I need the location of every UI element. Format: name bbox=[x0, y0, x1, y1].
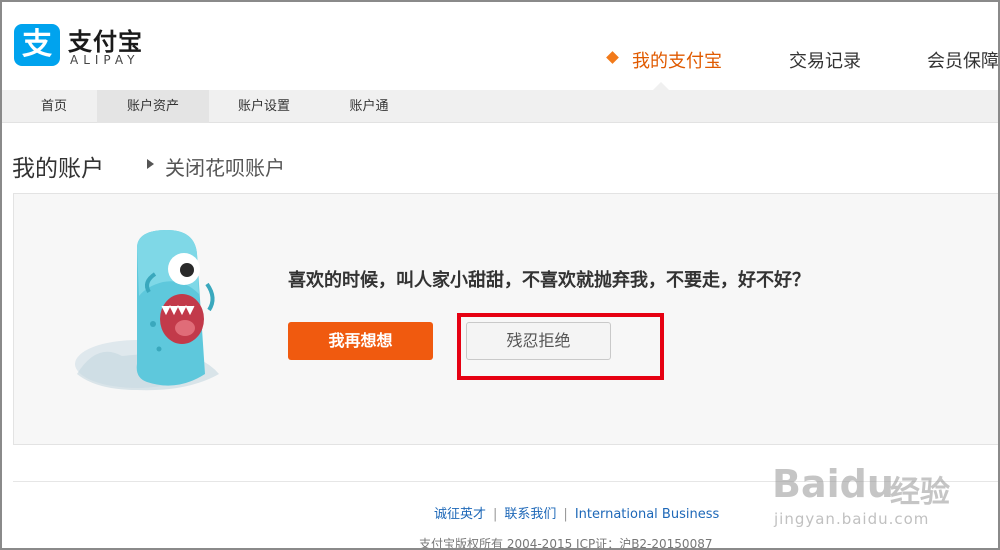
active-nav-caret-icon bbox=[653, 82, 669, 90]
sub-navigation: 首页 账户资产 账户设置 账户通 bbox=[2, 90, 998, 123]
blue-monster-mascot-icon bbox=[75, 230, 219, 391]
footer-separator: | bbox=[493, 507, 498, 522]
browser-frame: 支 支付宝 ALIPAY 我的支付宝 交易记录 会员保障 首页 账户资产 账户设… bbox=[0, 0, 1000, 550]
breadcrumb-arrow-icon bbox=[147, 159, 154, 169]
watermark-url: jingyan.baidu.com bbox=[774, 510, 930, 528]
footer-links: 诚征英才 | 联系我们 | International Business bbox=[434, 503, 719, 522]
reconsider-button[interactable]: 我再想想 bbox=[288, 322, 433, 360]
watermark-cn: 经验 bbox=[890, 475, 950, 510]
baidu-jingyan-watermark: Baidu 经验 jingyan.baidu.com bbox=[772, 450, 982, 540]
footer-separator: | bbox=[563, 507, 568, 522]
red-highlight-annotation bbox=[457, 313, 664, 380]
watermark-logo: Baidu bbox=[772, 462, 894, 506]
page-title[interactable]: 我的账户 bbox=[12, 149, 104, 183]
nav-transactions[interactable]: 交易记录 bbox=[789, 47, 861, 73]
nav-my-alipay[interactable]: 我的支付宝 bbox=[632, 47, 722, 73]
nav-member-protection[interactable]: 会员保障 bbox=[927, 47, 998, 73]
breadcrumb-current: 关闭花呗账户 bbox=[165, 156, 285, 180]
logo-text-en: ALIPAY bbox=[70, 53, 140, 67]
logo-text-cn[interactable]: 支付宝 bbox=[68, 22, 143, 57]
subnav-account-settings[interactable]: 账户设置 bbox=[208, 90, 320, 123]
subnav-account-link[interactable]: 账户通 bbox=[313, 90, 425, 123]
subnav-home[interactable]: 首页 bbox=[2, 90, 110, 123]
retention-question: 喜欢的时候，叫人家小甜甜，不喜欢就抛弃我，不要走，好不好？ bbox=[288, 270, 810, 291]
alipay-logo-icon[interactable]: 支 bbox=[14, 24, 60, 66]
active-nav-bullet-icon bbox=[606, 51, 619, 64]
site-header: 支 支付宝 ALIPAY 我的支付宝 交易记录 会员保障 bbox=[2, 2, 998, 90]
footer-link-careers[interactable]: 诚征英才 bbox=[434, 507, 486, 522]
footer-link-contact[interactable]: 联系我们 bbox=[504, 507, 556, 522]
footer-link-international[interactable]: International Business bbox=[575, 507, 719, 522]
copyright-text: 支付宝版权所有 2004-2015 ICP证：沪B2-20150087 bbox=[419, 537, 713, 550]
subnav-account-assets[interactable]: 账户资产 bbox=[97, 90, 209, 123]
